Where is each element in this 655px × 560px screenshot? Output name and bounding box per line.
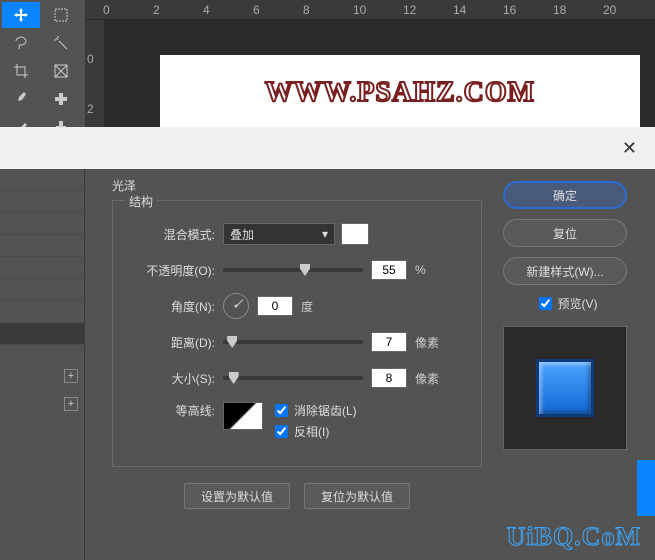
angle-label: 角度(N): [131,298,223,315]
chevron-down-icon: ▾ [322,227,328,241]
canvas-area: 02 WWW.PSAHZ.COM [85,20,655,127]
preview-box [503,326,627,450]
size-slider[interactable] [223,376,363,380]
wand-tool[interactable] [42,30,80,56]
ruler-vertical: 02 [85,20,105,127]
styles-list: + + [0,169,85,560]
right-edge-strip [637,460,655,516]
healing-tool[interactable] [42,86,80,112]
opacity-label: 不透明度(O): [131,262,223,279]
contour-picker[interactable] [223,402,263,430]
new-style-button[interactable]: 新建样式(W)... [503,257,627,285]
angle-unit: 度 [301,298,313,315]
list-item[interactable] [0,235,84,257]
move-tool[interactable] [2,2,40,28]
ruler-horizontal: 02468101214161820 [85,0,655,20]
dialog-titlebar: ✕ [0,127,655,169]
lasso-tool[interactable] [2,30,40,56]
reset-default-button[interactable]: 复位为默认值 [304,483,410,509]
toolbar [0,0,85,127]
section-title: 光泽 [112,177,482,194]
distance-unit: 像素 [415,334,439,351]
list-item[interactable] [0,301,84,323]
dialog-body: + + 光泽 结构 混合模式: 叠加▾ 不透明度(O): % 角度(N): 度 [0,169,655,560]
opacity-input[interactable] [371,260,407,280]
preview-checkbox[interactable]: 预览(V) [539,295,598,312]
opacity-unit: % [415,263,426,277]
blend-mode-label: 混合模式: [131,226,223,243]
list-item-selected[interactable] [0,323,84,345]
size-input[interactable] [371,368,407,388]
angle-dial[interactable] [223,293,249,319]
list-item[interactable] [0,191,84,213]
opacity-slider[interactable] [223,268,363,272]
reset-button[interactable]: 复位 [503,219,627,247]
close-icon[interactable]: ✕ [622,138,637,159]
blend-mode-select[interactable]: 叠加▾ [223,223,335,245]
marquee-tool[interactable] [42,2,80,28]
size-unit: 像素 [415,370,439,387]
contour-label: 等高线: [131,402,223,419]
set-default-button[interactable]: 设置为默认值 [184,483,290,509]
list-item[interactable] [0,213,84,235]
artboard[interactable]: WWW.PSAHZ.COM [160,55,640,130]
angle-input[interactable] [257,296,293,316]
list-item[interactable] [0,257,84,279]
invert-checkbox[interactable]: 反相(I) [275,423,357,440]
crop-tool[interactable] [2,58,40,84]
preview-swatch [536,359,594,417]
add-icon[interactable]: + [64,397,78,411]
antialias-checkbox[interactable]: 消除锯齿(L) [275,402,357,419]
eyedropper-tool[interactable] [2,86,40,112]
list-item[interactable] [0,279,84,301]
list-item[interactable] [0,169,84,191]
distance-slider[interactable] [223,340,363,344]
group-label: 结构 [125,193,157,210]
ok-button[interactable]: 确定 [503,181,627,209]
color-swatch[interactable] [341,223,369,245]
footer-watermark: UiBQ.CoM [507,522,641,552]
distance-label: 距离(D): [131,334,223,351]
canvas-watermark: WWW.PSAHZ.COM [265,77,535,109]
add-icon[interactable]: + [64,369,78,383]
frame-tool[interactable] [42,58,80,84]
size-label: 大小(S): [131,370,223,387]
distance-input[interactable] [371,332,407,352]
structure-group: 结构 混合模式: 叠加▾ 不透明度(O): % 角度(N): 度 距离(D): [112,200,482,467]
